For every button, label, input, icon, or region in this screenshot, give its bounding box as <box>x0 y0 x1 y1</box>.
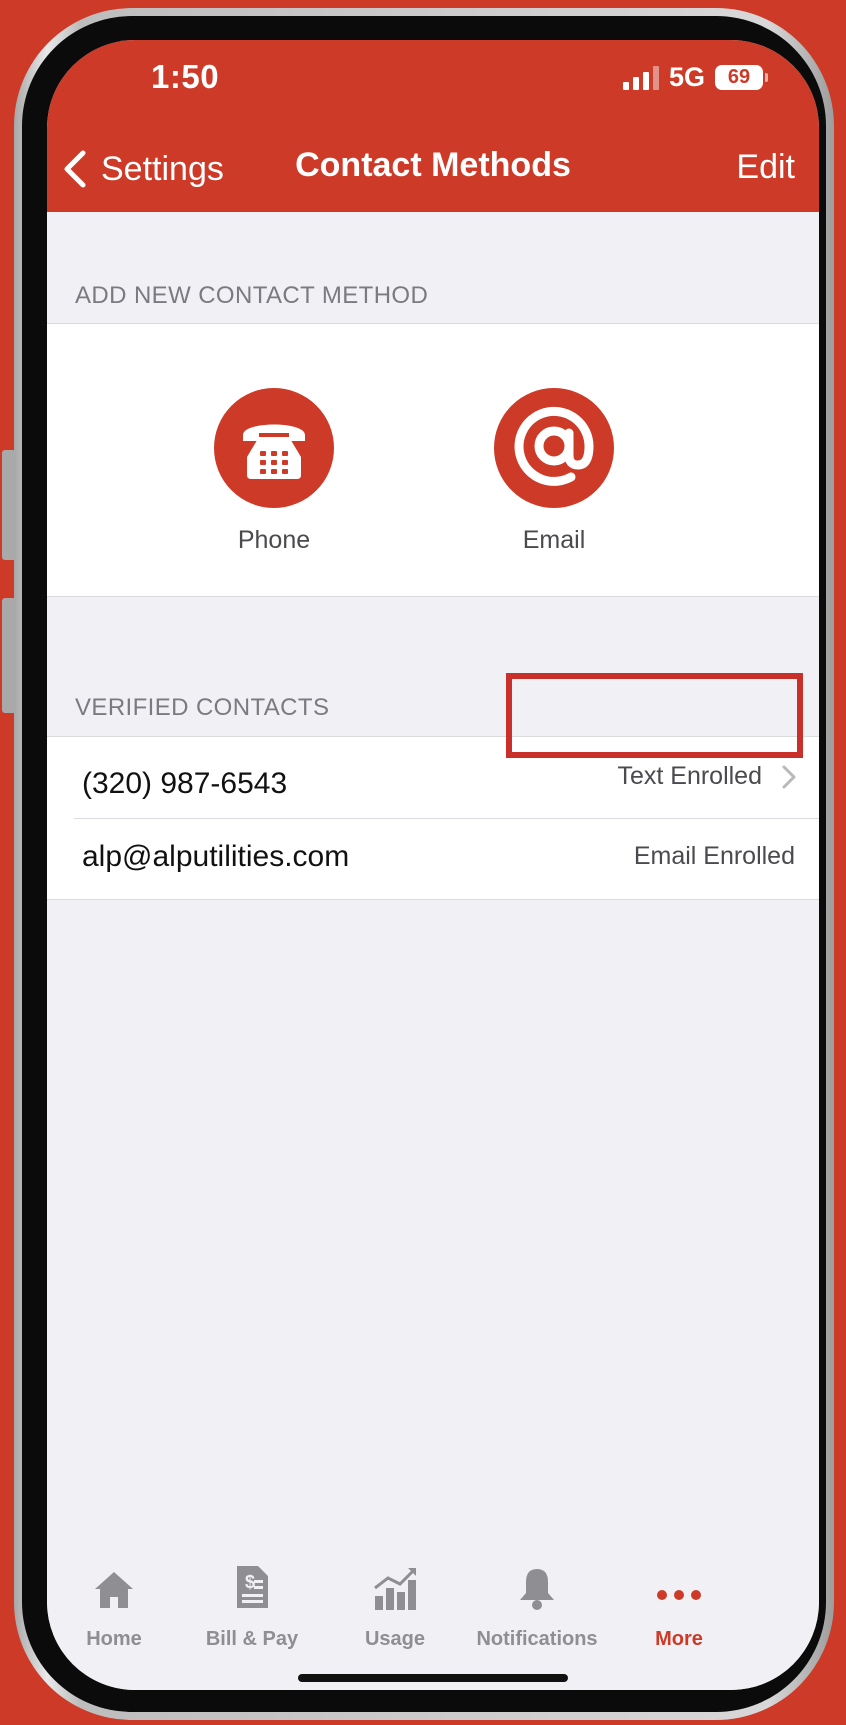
contact-status: Text Enrolled <box>617 762 762 790</box>
edit-button[interactable]: Edit <box>736 148 795 187</box>
tab-label: More <box>655 1628 703 1650</box>
tab-label: Home <box>86 1628 142 1650</box>
bell-icon <box>462 1564 612 1610</box>
tab-label: Bill & Pay <box>205 1628 299 1650</box>
app-screen: 1:50 5G 69 Settings Contact Methods Edit… <box>47 40 819 1690</box>
contact-value: (320) 987-6543 <box>82 767 288 800</box>
svg-text:$: $ <box>245 1572 255 1592</box>
tab-more[interactable]: More <box>604 1564 754 1651</box>
contact-status: Email Enrolled <box>633 842 795 870</box>
tab-home[interactable]: Home <box>47 1564 189 1651</box>
status-time: 1:50 <box>151 58 220 95</box>
add-phone-button[interactable]: Phone <box>194 388 354 555</box>
more-dots-icon <box>604 1564 754 1610</box>
signal-icon <box>622 65 659 90</box>
telephone-icon <box>214 388 334 508</box>
add-email-button[interactable]: Email <box>474 388 634 555</box>
tab-label: Notifications <box>476 1628 598 1650</box>
contact-row-email[interactable]: alp@alputilities.com Email Enrolled <box>47 818 819 899</box>
tab-bill-pay[interactable]: $ Bill & Pay <box>177 1564 327 1651</box>
battery-icon: 69 <box>715 65 768 90</box>
email-label: Email <box>522 526 586 554</box>
volume-down-button <box>2 598 16 713</box>
header: 1:50 5G 69 Settings Contact Methods Edit <box>47 40 819 212</box>
highlight-annotation <box>506 673 803 758</box>
page-title: Contact Methods <box>295 146 571 184</box>
bill-icon: $ <box>177 1564 327 1610</box>
add-section-header: ADD NEW CONTACT METHOD <box>75 282 429 309</box>
at-sign-icon <box>494 388 614 508</box>
chevron-right-icon <box>782 765 796 789</box>
network-type: 5G <box>668 62 705 92</box>
tab-usage[interactable]: Usage <box>320 1564 470 1651</box>
volume-up-button <box>2 450 16 560</box>
contact-value: alp@alputilities.com <box>82 840 350 873</box>
home-icon <box>47 1564 189 1610</box>
verified-contacts-list: (320) 987-6543 Text Enrolled alp@alputil… <box>47 736 819 900</box>
usage-chart-icon <box>320 1564 470 1610</box>
add-contact-panel: Phone Email <box>47 323 819 597</box>
tab-notifications[interactable]: Notifications <box>462 1564 612 1651</box>
status-indicators: 5G 69 <box>622 62 768 93</box>
tab-bar: Home $ Bill & Pay Usage Notifications Mo… <box>47 1520 819 1690</box>
verified-section-header: VERIFIED CONTACTS <box>75 694 330 721</box>
phone-label: Phone <box>237 526 311 554</box>
tab-label: Usage <box>364 1628 426 1650</box>
home-indicator[interactable] <box>298 1674 568 1682</box>
